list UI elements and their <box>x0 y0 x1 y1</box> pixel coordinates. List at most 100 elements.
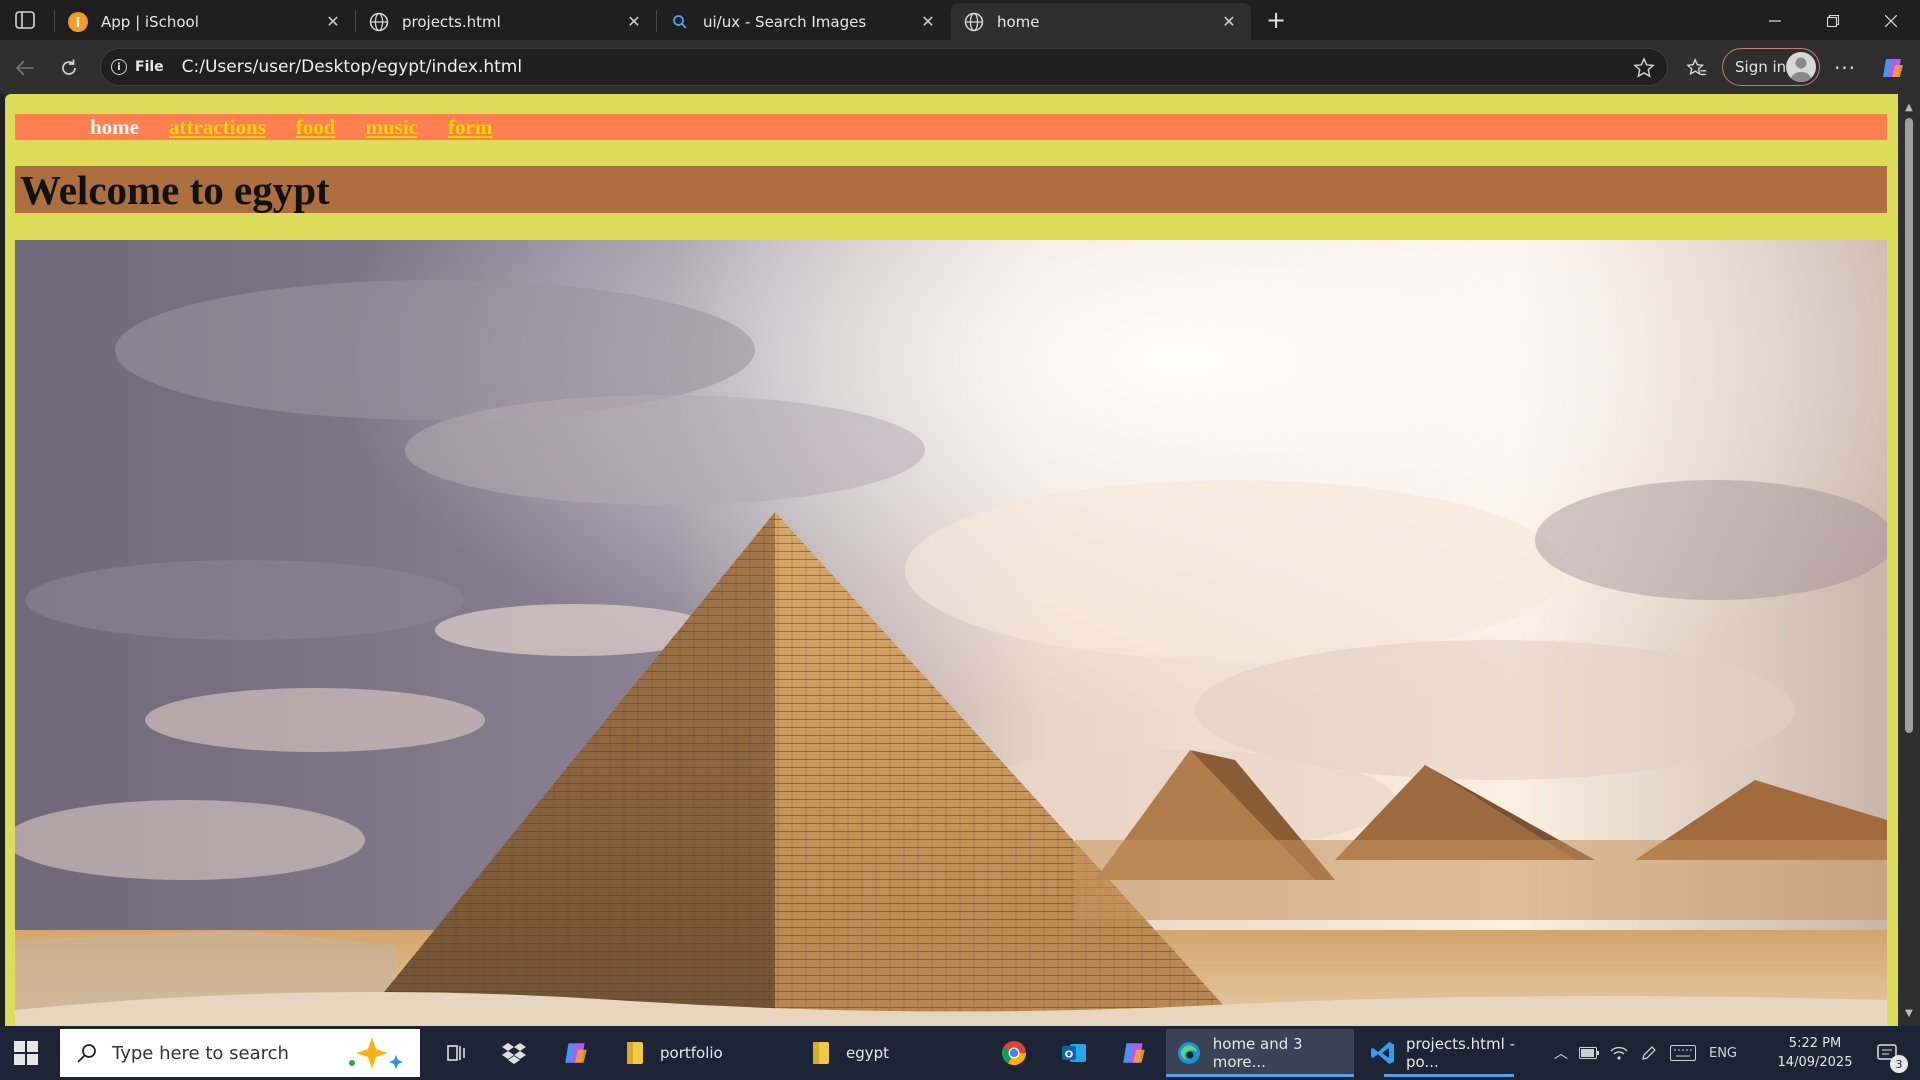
start-button[interactable] <box>12 1039 40 1067</box>
battery-icon[interactable] <box>1574 1047 1604 1059</box>
page-scrollbar[interactable]: ▲ ▼ <box>1898 94 1920 1026</box>
copilot-icon <box>565 1043 587 1063</box>
close-icon[interactable]: ✕ <box>624 12 644 32</box>
favorites-icon <box>1686 58 1707 76</box>
refresh-button[interactable] <box>52 51 86 85</box>
taskbar-clock[interactable]: 5:22 PM 14/09/2025 <box>1760 1034 1870 1072</box>
folder-icon <box>808 1039 836 1067</box>
taskbar-item-portfolio[interactable]: portfolio <box>614 1029 784 1077</box>
tab-strip: i App | iSchool ✕ projects.html ✕ ui/ux … <box>0 0 1920 40</box>
hero-image <box>15 240 1887 1026</box>
tab-title: App | iSchool <box>101 12 199 31</box>
dropbox-button[interactable] <box>494 1029 534 1077</box>
favorite-star-button[interactable] <box>1633 57 1655 79</box>
close-icon[interactable]: ✕ <box>918 12 938 32</box>
taskbar-item-edge[interactable]: home and 3 more... <box>1166 1029 1354 1077</box>
favorites-button[interactable] <box>1680 51 1714 85</box>
web-page: home attractions food music form Welcome… <box>5 94 1898 1026</box>
system-tray: ︿ ENG <box>1548 1026 1744 1080</box>
edge-icon <box>1176 1039 1203 1067</box>
site-info-button[interactable]: i File <box>111 59 164 75</box>
dropbox-icon <box>502 1043 526 1064</box>
restore-button[interactable] <box>1810 6 1856 36</box>
m365-button[interactable] <box>1114 1029 1154 1077</box>
chrome-icon <box>1001 1041 1026 1066</box>
back-arrow-icon <box>15 60 34 76</box>
search-icon <box>77 1044 96 1063</box>
chevron-up-icon[interactable]: ︿ <box>1548 1043 1574 1063</box>
copilot-taskbar-button[interactable] <box>556 1029 596 1077</box>
wifi-icon[interactable] <box>1604 1046 1634 1060</box>
taskbar-item-label: home and 3 more... <box>1212 1035 1303 1071</box>
copilot-button[interactable] <box>1876 51 1910 85</box>
search-icon <box>669 11 691 33</box>
back-button[interactable] <box>8 51 42 85</box>
close-icon <box>1885 15 1897 27</box>
tab-title: ui/ux - Search Images <box>703 12 867 31</box>
pen-icon[interactable] <box>1634 1045 1664 1061</box>
restore-icon <box>1827 15 1839 27</box>
language-indicator[interactable]: ENG <box>1702 1046 1744 1061</box>
scrollbar-thumb[interactable] <box>1905 118 1913 733</box>
tab-search-images[interactable]: ui/ux - Search Images ✕ <box>657 3 950 40</box>
tab-ischool[interactable]: i App | iSchool ✕ <box>55 3 355 40</box>
nav-link-food[interactable]: food <box>296 115 336 140</box>
task-view-icon <box>447 1045 465 1061</box>
address-bar[interactable]: i File C:/Users/user/Desktop/egypt/index… <box>100 48 1668 86</box>
pyramids-photo <box>15 240 1887 1026</box>
site-navbar: home attractions food music form <box>15 114 1887 140</box>
tab-title: projects.html <box>402 12 501 31</box>
nav-link-music[interactable]: music <box>366 115 419 140</box>
page-title: Welcome to egypt <box>20 166 330 213</box>
task-view-button[interactable] <box>436 1029 476 1077</box>
keyboard-icon[interactable] <box>1664 1045 1702 1061</box>
active-indicator <box>1166 1074 1354 1077</box>
scroll-up-icon[interactable]: ▲ <box>1902 100 1916 114</box>
close-icon[interactable]: ✕ <box>323 12 343 32</box>
minimize-button[interactable] <box>1752 6 1798 36</box>
page-viewport: home attractions food music form Welcome… <box>5 94 1920 1026</box>
notification-badge: 3 <box>1890 1055 1908 1073</box>
nav-link-attractions[interactable]: attractions <box>169 115 266 140</box>
info-icon: i <box>111 59 127 75</box>
search-placeholder: Type here to search <box>112 1042 289 1064</box>
copilot-icon <box>1883 59 1903 77</box>
nav-link-home[interactable]: home <box>90 115 139 140</box>
sparkle-icon <box>349 1037 403 1069</box>
url-text[interactable]: C:/Users/user/Desktop/egypt/index.html <box>182 57 522 77</box>
tab-actions-button[interactable] <box>10 8 40 32</box>
taskbar-search[interactable]: Type here to search <box>60 1029 420 1077</box>
svg-text:i: i <box>76 16 80 31</box>
close-window-button[interactable] <box>1868 6 1914 36</box>
taskbar-item-egypt[interactable]: egypt <box>800 1029 970 1077</box>
browser-toolbar: i File C:/Users/user/Desktop/egypt/index… <box>0 40 1920 94</box>
outlook-button[interactable]: O <box>1054 1029 1094 1077</box>
tab-home[interactable]: home ✕ <box>951 3 1251 40</box>
svg-text:O: O <box>1065 1050 1074 1061</box>
notifications-button[interactable]: 3 <box>1868 1029 1908 1077</box>
more-options-button[interactable]: ··· <box>1828 51 1862 85</box>
open-indicator <box>1384 1074 1514 1077</box>
new-tab-button[interactable]: + <box>1262 6 1290 34</box>
globe-icon <box>368 11 390 33</box>
minimize-icon <box>1769 20 1781 22</box>
ischool-logo-icon: i <box>67 11 89 33</box>
taskbar-item-label: egypt <box>846 1044 890 1062</box>
clock-date: 14/09/2025 <box>1777 1055 1853 1070</box>
page-heading-bar: Welcome to egypt <box>15 166 1887 213</box>
star-icon <box>1633 57 1655 78</box>
vscode-icon <box>1370 1039 1396 1067</box>
sign-in-button[interactable]: Sign in <box>1722 48 1820 86</box>
nav-link-form[interactable]: form <box>448 115 492 140</box>
outlook-icon: O <box>1062 1044 1086 1062</box>
chrome-button[interactable] <box>994 1029 1034 1077</box>
taskbar-item-vscode[interactable]: projects.html - po... <box>1364 1029 1536 1077</box>
close-icon[interactable]: ✕ <box>1219 12 1239 32</box>
tab-projects[interactable]: projects.html ✕ <box>356 3 656 40</box>
windows-logo-icon <box>14 1041 38 1065</box>
scheme-label: File <box>135 59 164 75</box>
m365-icon <box>1123 1043 1145 1063</box>
tab-title: home <box>997 12 1040 31</box>
folder-icon <box>622 1039 650 1067</box>
scroll-down-icon[interactable]: ▼ <box>1902 1006 1916 1020</box>
